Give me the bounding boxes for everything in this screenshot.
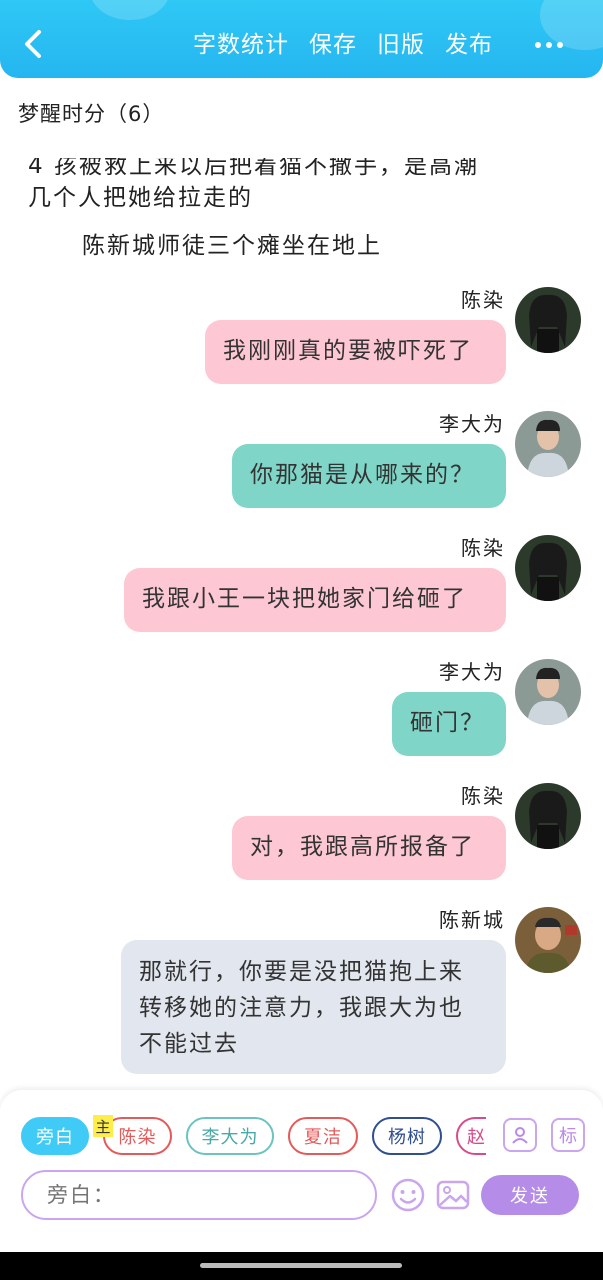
avatar[interactable] — [515, 535, 581, 601]
tag-label-icon[interactable]: 标 — [551, 1118, 585, 1152]
old-version-button[interactable]: 旧版 — [377, 28, 425, 62]
chapter-title: 梦醒时分（6） — [18, 102, 165, 126]
publish-button[interactable]: 发布 — [445, 28, 493, 62]
avatar[interactable] — [515, 659, 581, 725]
message-bubble[interactable]: 对，我跟高所报备了 — [232, 816, 506, 880]
avatar[interactable] — [515, 411, 581, 477]
message-bubble[interactable]: 砸门？ — [392, 692, 506, 756]
speaker-name: 陈染 — [461, 536, 505, 560]
speaker-name: 李大为 — [439, 412, 505, 436]
role-chip-yangshu[interactable]: 杨树 — [372, 1117, 442, 1155]
save-button[interactable]: 保存 — [309, 28, 357, 62]
back-button[interactable] — [20, 26, 46, 62]
smile-icon[interactable] — [389, 1176, 427, 1214]
avatar[interactable] — [515, 907, 581, 973]
speaker-name: 陈新城 — [439, 908, 505, 932]
narration-line[interactable]: 陈新城师徒三个瘫坐在地上 — [82, 226, 382, 260]
narration-line[interactable]: 几个人把她给拉走的 — [28, 178, 253, 212]
dialogue-input[interactable] — [21, 1170, 377, 1220]
header-decoration — [90, 0, 170, 20]
image-icon[interactable] — [434, 1176, 472, 1214]
role-chip-narration[interactable]: 旁白 — [21, 1117, 89, 1155]
main-role-badge: 主 — [93, 1115, 113, 1137]
message-bubble[interactable]: 那就行，你要是没把猫抱上来转移她的注意力，我跟大为也不能过去 — [121, 940, 506, 1074]
role-chip-lidawei[interactable]: 李大为 — [186, 1117, 274, 1155]
message-bubble[interactable]: 我刚刚真的要被吓死了 — [205, 320, 506, 384]
header-menu: 字数统计 保存 旧版 发布 — [173, 28, 493, 62]
person-card-icon[interactable] — [503, 1118, 537, 1152]
speaker-name: 陈染 — [461, 784, 505, 808]
message-bubble[interactable]: 我跟小王一块把她家门给砸了 — [124, 568, 506, 632]
speaker-name: 李大为 — [439, 660, 505, 684]
home-indicator[interactable] — [200, 1263, 402, 1268]
top-app-bar: 字数统计 保存 旧版 发布 — [0, 0, 603, 78]
word-count-button[interactable]: 字数统计 — [193, 28, 289, 62]
narration-line[interactable]: 4 孩被救上来以后把着猫不撒手，是高潮 — [28, 158, 479, 180]
role-chip-zhao[interactable]: 赵 — [456, 1117, 486, 1155]
role-chip-xiajie[interactable]: 夏洁 — [288, 1117, 358, 1155]
chevron-left-icon — [25, 30, 41, 58]
avatar[interactable] — [515, 783, 581, 849]
send-button[interactable]: 发送 — [481, 1175, 579, 1215]
message-bubble[interactable]: 你那猫是从哪来的？ — [232, 444, 506, 508]
speaker-name: 陈染 — [461, 288, 505, 312]
avatar[interactable] — [515, 287, 581, 353]
more-dots-icon[interactable] — [523, 38, 563, 52]
role-chip-chenran[interactable]: 陈染 — [103, 1117, 172, 1155]
